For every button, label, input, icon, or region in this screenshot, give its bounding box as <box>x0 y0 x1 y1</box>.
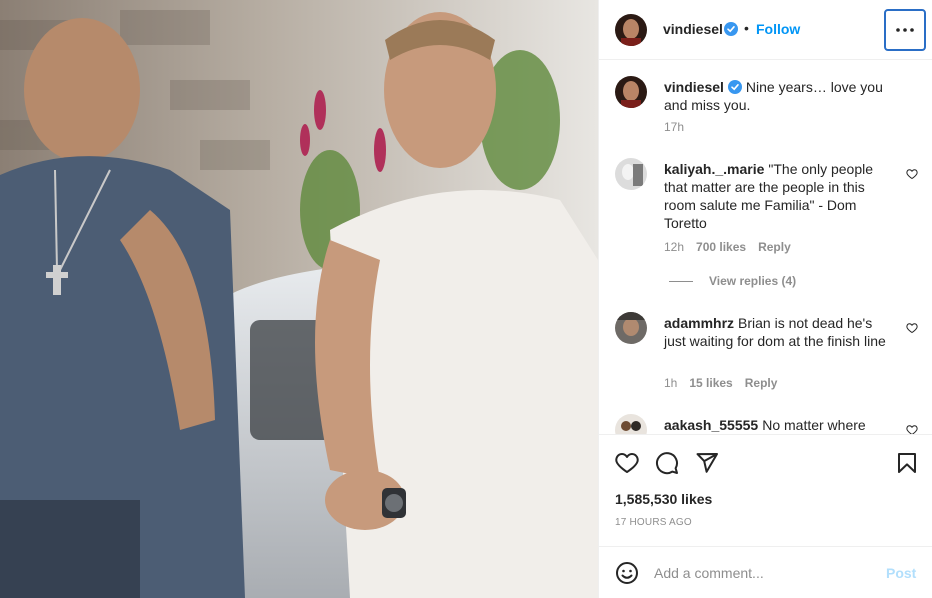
comment-composer: Post <box>599 546 932 598</box>
comment-avatar[interactable] <box>615 158 647 190</box>
heart-icon[interactable] <box>615 451 639 475</box>
author-avatar[interactable] <box>615 14 647 46</box>
comment-time[interactable]: 1h <box>664 376 677 390</box>
like-comment-icon[interactable] <box>906 168 918 180</box>
comment-text-block: kaliyah._.marie "The only people that mat… <box>664 160 896 232</box>
comment-input[interactable] <box>654 561 874 585</box>
comment-meta: 12h 700 likes Reply <box>664 240 803 254</box>
author-username[interactable]: vindiesel <box>663 21 723 37</box>
comment-avatar[interactable] <box>615 414 647 434</box>
comment-avatar[interactable] <box>615 312 647 344</box>
post-header: vindiesel • Follow <box>599 0 932 60</box>
follow-button[interactable]: Follow <box>756 21 800 37</box>
post-photo-illustration <box>0 0 598 598</box>
more-options-icon <box>896 28 914 32</box>
verified-badge-icon <box>727 80 742 94</box>
verified-badge-icon <box>724 22 738 36</box>
caption-meta: 17h <box>664 120 696 134</box>
comment-username[interactable]: adammhrz <box>664 315 734 331</box>
caption-text-block: vindiesel Nine years… love you and miss y… <box>664 78 896 114</box>
post-actions: 1,585,530 likes 17 HOURS AGO <box>599 434 932 546</box>
view-replies-button[interactable]: View replies (4) <box>669 274 796 288</box>
post-timestamp[interactable]: 17 HOURS AGO <box>615 517 692 528</box>
comment-text-block: adammhrz Brian is not dead he's just wait… <box>664 314 896 350</box>
comment-time[interactable]: 12h <box>664 240 684 254</box>
emoji-icon[interactable] <box>615 561 639 585</box>
caption-username[interactable]: vindiesel <box>664 79 724 95</box>
bookmark-icon[interactable] <box>895 451 919 475</box>
reply-button[interactable]: Reply <box>758 240 791 254</box>
comments-list[interactable]: vindiesel Nine years… love you and miss y… <box>599 61 932 434</box>
comment-text-block: aakash_55555 No matter where <box>664 416 896 434</box>
post-side-panel: vindiesel • Follow vindiesel Nine years… … <box>598 0 932 598</box>
reply-button[interactable]: Reply <box>745 376 778 390</box>
comment-meta: 1h 15 likes Reply <box>664 376 789 390</box>
comment-likes[interactable]: 15 likes <box>689 376 732 390</box>
caption-time[interactable]: 17h <box>664 120 684 134</box>
view-replies-label: View replies (4) <box>709 274 797 288</box>
comment-icon[interactable] <box>655 451 679 475</box>
comment-text: No matter where <box>762 417 866 433</box>
comment-likes[interactable]: 700 likes <box>696 240 746 254</box>
view-replies-line <box>669 281 693 283</box>
likes-count[interactable]: 1,585,530 likes <box>615 491 712 507</box>
comment-username[interactable]: aakash_55555 <box>664 417 758 433</box>
caption-author-avatar[interactable] <box>615 76 647 108</box>
like-comment-icon[interactable] <box>906 322 918 334</box>
share-icon[interactable] <box>695 451 719 475</box>
post-photo[interactable] <box>0 0 598 598</box>
like-comment-icon[interactable] <box>906 424 918 434</box>
header-separator: • <box>744 20 749 36</box>
more-options-button[interactable] <box>884 9 926 51</box>
post-comment-button[interactable]: Post <box>886 565 916 581</box>
comment-username[interactable]: kaliyah._.marie <box>664 161 764 177</box>
